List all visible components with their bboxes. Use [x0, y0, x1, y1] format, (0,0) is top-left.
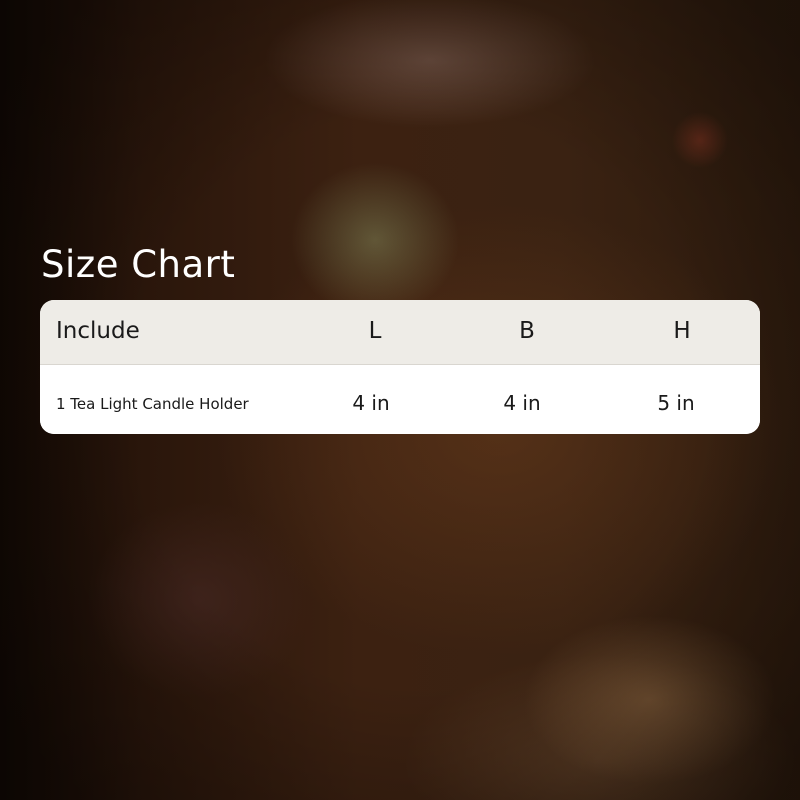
table-header-row: Include L B H [40, 300, 760, 365]
page-title: Size Chart [41, 243, 236, 286]
cell-item-name: 1 Tea Light Candle Holder [56, 395, 249, 413]
cell-breadth-value: 4 in [503, 391, 541, 415]
table-row: 1 Tea Light Candle Holder 4 in 4 in 5 in [40, 365, 760, 434]
header-height: H [673, 318, 691, 344]
header-breadth: B [519, 318, 535, 344]
cell-length-value: 4 in [352, 391, 390, 415]
size-chart-table: Include L B H 1 Tea Light Candle Holder … [40, 300, 760, 434]
header-include: Include [56, 318, 140, 344]
cell-height-value: 5 in [657, 391, 695, 415]
header-length: L [368, 318, 382, 344]
